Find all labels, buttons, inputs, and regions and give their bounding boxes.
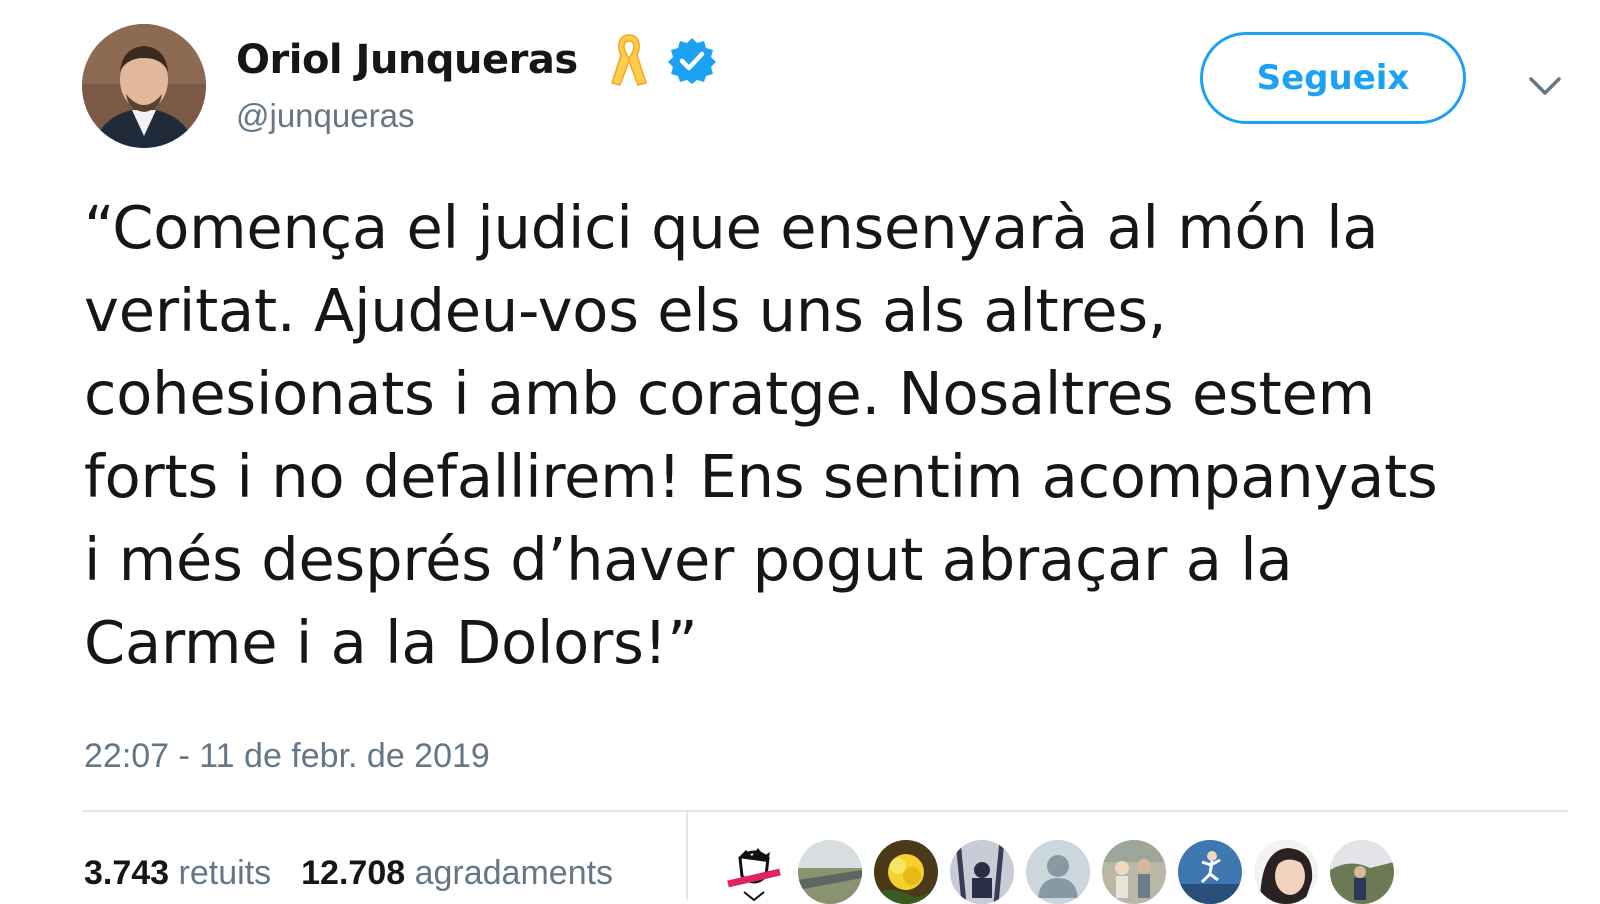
tweet-text: “Comença el judici que ensenyarà al món … <box>84 193 1438 677</box>
liker-avatar-default[interactable] <box>1026 840 1090 904</box>
liker-avatar-snow-person[interactable] <box>950 840 1014 904</box>
liker-avatars <box>722 840 1394 904</box>
author-avatar[interactable] <box>82 24 206 148</box>
likes-label: agradaments <box>414 854 614 892</box>
liker-avatar-jumping[interactable] <box>1178 840 1242 904</box>
stats-separator <box>686 812 688 900</box>
liker-avatar-street[interactable] <box>1330 840 1394 904</box>
liker-avatar-road[interactable] <box>798 840 862 904</box>
liker-avatar-group[interactable] <box>1102 840 1166 904</box>
divider <box>82 810 1568 812</box>
yellow-ribbon-icon <box>610 34 647 86</box>
retweets-label: retuits <box>178 854 272 892</box>
liker-avatar-sketch[interactable] <box>722 840 786 904</box>
verified-badge-icon <box>667 38 716 84</box>
likes-stat[interactable]: 12.708 agradaments <box>301 852 613 894</box>
retweets-stat[interactable]: 3.743 retuits <box>84 852 271 894</box>
tweet-timestamp[interactable]: 22:07 - 11 de febr. de 2019 <box>84 734 490 778</box>
liker-avatar-flower[interactable] <box>874 840 938 904</box>
tweet-stats: 3.743 retuits 12.708 agradaments <box>84 852 613 894</box>
follow-button[interactable]: Segueix <box>1200 32 1466 124</box>
author-handle[interactable]: @junqueras <box>236 96 414 136</box>
liker-avatar-face[interactable] <box>1254 840 1318 904</box>
author-name-row: Oriol Junqueras <box>236 30 716 90</box>
chevron-down-icon[interactable] <box>1525 66 1565 106</box>
retweets-count: 3.743 <box>84 854 170 892</box>
author-display-name[interactable]: Oriol Junqueras <box>236 30 578 90</box>
likes-count: 12.708 <box>301 854 406 892</box>
